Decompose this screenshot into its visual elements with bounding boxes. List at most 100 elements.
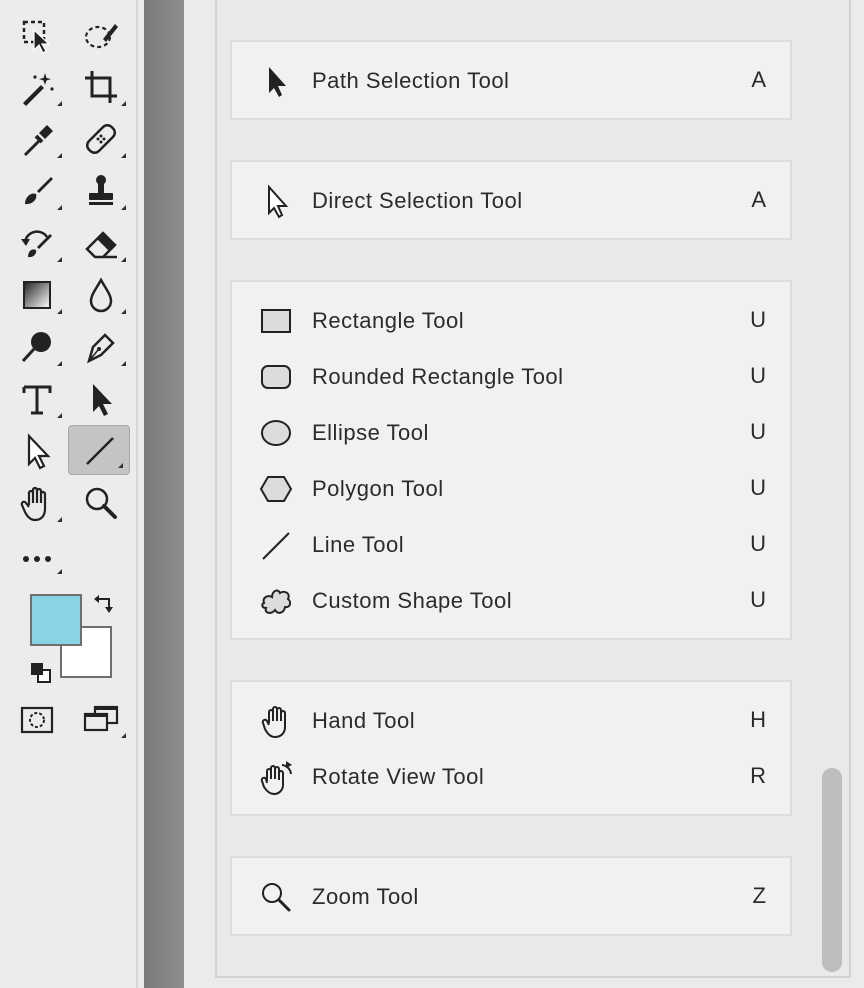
arrow-outline-icon <box>27 433 51 470</box>
stamp-tool[interactable] <box>70 166 132 216</box>
menu-item-direct-selection[interactable]: Direct Selection Tool A <box>232 173 790 229</box>
blur-tool[interactable] <box>70 270 132 320</box>
menu-item-polygon[interactable]: Polygon Tool U <box>232 461 790 517</box>
menu-item-rectangle[interactable]: Rectangle Tool U <box>232 293 790 349</box>
hand-tool[interactable] <box>6 478 68 528</box>
gradient-icon <box>23 281 51 309</box>
pen-icon <box>87 333 115 364</box>
rectangle-icon <box>256 301 296 341</box>
tools-panel <box>0 0 138 988</box>
menu-item-rotate-view[interactable]: Rotate View Tool R <box>232 749 790 805</box>
shortcut-key: A <box>751 187 766 212</box>
eyedropper-tool[interactable] <box>6 114 68 164</box>
rounded-rectangle-icon <box>256 357 296 397</box>
menu-item-label: Hand Tool <box>312 708 416 733</box>
magic-wand-icon <box>23 73 54 106</box>
menu-item-label: Rectangle Tool <box>312 308 465 333</box>
more-tools[interactable] <box>6 530 68 580</box>
lasso-icon <box>84 24 118 49</box>
screen-mode-button[interactable] <box>70 694 132 744</box>
line-icon <box>86 437 114 465</box>
menu-item-hand[interactable]: Hand Tool H <box>232 693 790 749</box>
shortcut-key: U <box>750 587 766 612</box>
custom-shape-icon <box>256 581 296 621</box>
menu-item-zoom[interactable]: Zoom Tool Z <box>232 869 790 925</box>
eyedropper-icon <box>23 125 53 157</box>
pen-tool[interactable] <box>70 322 132 372</box>
drop-icon <box>89 277 113 313</box>
default-colors-icon[interactable] <box>28 660 54 686</box>
stamp-icon <box>89 175 113 205</box>
menu-item-label: Line Tool <box>312 532 405 557</box>
shortcut-key: U <box>750 307 766 332</box>
foreground-color-swatch[interactable] <box>30 594 82 646</box>
gradient-tool[interactable] <box>6 270 68 320</box>
menu-item-label: Ellipse Tool <box>312 420 429 445</box>
line-tool[interactable] <box>68 425 130 475</box>
shortcut-key: A <box>751 67 766 92</box>
menu-item-label: Custom Shape Tool <box>312 588 513 613</box>
eraser-tool[interactable] <box>70 218 132 268</box>
magnifier-icon <box>85 487 117 519</box>
healing-brush-tool[interactable] <box>70 114 132 164</box>
menu-item-label: Polygon Tool <box>312 476 444 501</box>
quick-mask-icon <box>20 706 54 734</box>
menu-item-label: Rotate View Tool <box>312 764 485 789</box>
brush-tool[interactable] <box>6 166 68 216</box>
line-icon <box>256 525 296 565</box>
shortcut-key: Z <box>752 883 766 908</box>
scrollbar-thumb[interactable] <box>822 768 842 972</box>
direct-selection-group: Direct Selection Tool A <box>230 160 792 240</box>
menu-item-label: Direct Selection Tool <box>312 188 523 213</box>
crop-icon <box>85 71 117 103</box>
shortcut-key: R <box>750 763 766 788</box>
menu-item-custom-shape[interactable]: Custom Shape Tool U <box>232 573 790 629</box>
magnifier-icon <box>256 877 296 917</box>
hand-icon <box>256 701 296 741</box>
eraser-icon <box>85 231 117 259</box>
menu-item-line[interactable]: Line Tool U <box>232 517 790 573</box>
rotate-view-icon <box>256 757 296 797</box>
path-selection-group: Path Selection Tool A <box>230 40 792 120</box>
move-icon <box>22 20 51 54</box>
bandage-icon <box>85 123 117 155</box>
screen-mode-icon <box>83 705 119 732</box>
crop-tool[interactable] <box>70 62 132 112</box>
type-tool[interactable] <box>6 374 68 424</box>
arrow-filled-icon <box>256 61 296 101</box>
history-brush-tool[interactable] <box>6 218 68 268</box>
dodge-icon <box>21 332 51 363</box>
swap-colors-icon[interactable] <box>92 593 116 617</box>
menu-item-label: Path Selection Tool <box>312 68 510 93</box>
arrow-outline-icon <box>256 181 296 221</box>
history-brush-icon <box>21 230 52 258</box>
shortcut-key: U <box>750 419 766 444</box>
navigation-tools-group: Hand Tool H Rotate View Tool R <box>230 680 792 816</box>
arrow-filled-icon <box>93 384 112 416</box>
zoom-tool[interactable] <box>70 478 132 528</box>
direct-selection-tool[interactable] <box>6 426 68 476</box>
shape-tools-group: Rectangle Tool U Rounded Rectangle Tool … <box>230 280 792 640</box>
dodge-tool[interactable] <box>6 322 68 372</box>
hand-icon <box>20 486 47 522</box>
shortcut-key: H <box>750 707 766 732</box>
shortcut-key: U <box>750 363 766 388</box>
quick-mask-button[interactable] <box>6 694 68 744</box>
menu-item-rounded-rectangle[interactable]: Rounded Rectangle Tool U <box>232 349 790 405</box>
shortcut-key: U <box>750 531 766 556</box>
panel-divider <box>144 0 184 988</box>
lasso-tool[interactable] <box>70 10 132 60</box>
magic-wand-tool[interactable] <box>6 62 68 112</box>
move-tool[interactable] <box>6 10 68 60</box>
ellipsis-icon <box>23 556 51 562</box>
shortcut-key: U <box>750 475 766 500</box>
menu-item-path-selection[interactable]: Path Selection Tool A <box>232 53 790 109</box>
brush-icon <box>25 177 53 205</box>
menu-item-ellipse[interactable]: Ellipse Tool U <box>232 405 790 461</box>
type-icon <box>22 385 52 415</box>
path-selection-tool[interactable] <box>70 374 132 424</box>
menu-item-label: Rounded Rectangle Tool <box>312 364 564 389</box>
menu-item-label: Zoom Tool <box>312 884 419 909</box>
zoom-group: Zoom Tool Z <box>230 856 792 936</box>
polygon-icon <box>256 469 296 509</box>
